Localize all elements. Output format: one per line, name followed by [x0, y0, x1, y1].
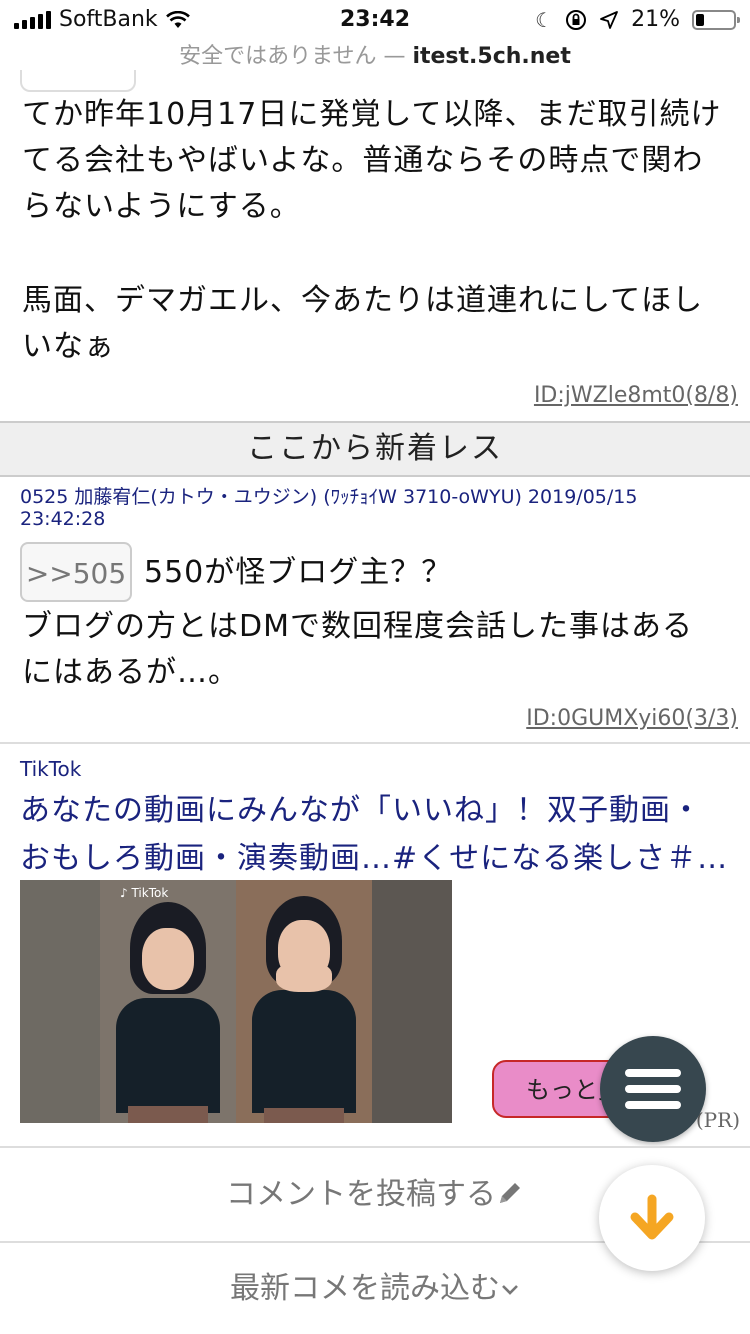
post-body: ブログの方とはDMで数回程度会話した事はある にはあるが…。: [22, 604, 693, 696]
post-line: ブログの方とはDMで数回程度会話した事はある: [22, 609, 693, 644]
previous-post-line: てか昨年10月17日に発覚して以降、まだ取引続け: [22, 97, 722, 132]
tiktok-watermark: ♪ TikTok: [120, 886, 169, 900]
post-header[interactable]: 0525 加藤宥仁(カトウ・ユウジン) (ﾜｯﾁｮｲW 3710-oWYU) 2…: [20, 486, 720, 530]
scroll-down-button[interactable]: [599, 1165, 705, 1271]
location-icon: [600, 10, 618, 29]
domain-label: itest.5ch.net: [412, 44, 571, 69]
ad-source[interactable]: TikTok: [20, 757, 81, 781]
battery-percent: 21%: [631, 7, 680, 32]
pr-label: (PR): [695, 1108, 740, 1132]
ad-image-panel: [100, 880, 236, 1123]
ad-image-panel: [20, 880, 100, 1123]
ad-title-link[interactable]: あなたの動画にみんなが「いいね」！双子動画・ おもしろ動画・演奏動画…#くせにな…: [20, 787, 740, 883]
status-bar: SoftBank 23:42 ☾ 21%: [0, 0, 750, 40]
previous-post-line: らないようにする。: [22, 189, 301, 224]
previous-post-line: いなぁ: [22, 329, 115, 364]
ad-image-panel: [236, 880, 372, 1123]
rotation-lock-icon: [566, 9, 587, 30]
moon-icon: ☾: [535, 7, 554, 32]
post-line: にはあるが…。: [22, 655, 239, 690]
previous-post-body: てか昨年10月17日に発覚して以降、まだ取引続け てる会社もやばいよな。普通なら…: [22, 92, 721, 370]
pencil-icon: [500, 1183, 520, 1203]
new-posts-separator: ここから新着レス: [0, 421, 750, 477]
load-latest-label: 最新コメを読み込む: [230, 1271, 500, 1306]
ad-image-panel: [372, 880, 452, 1123]
arrow-down-icon: [630, 1194, 674, 1240]
ad-image[interactable]: ♪ TikTok: [20, 880, 452, 1123]
post-header-line1: 0525 加藤宥仁(カトウ・ユウジン) (ﾜｯﾁｮｲW 3710-oWYU) 2…: [20, 486, 638, 508]
reply-anchor-button[interactable]: >>505: [20, 542, 132, 602]
url-bar[interactable]: 安全ではありません — itest.5ch.net: [0, 38, 750, 70]
menu-button[interactable]: [600, 1036, 706, 1142]
battery-icon: [692, 9, 740, 30]
ad-title-line: あなたの動画にみんなが「いいね」！双子動画・: [20, 793, 702, 828]
post-id[interactable]: ID:0GUMXyi60(3/3): [526, 706, 738, 731]
status-right: ☾ 21%: [535, 7, 740, 32]
post-comment-label: コメントを投稿する: [226, 1177, 496, 1212]
post-line: 550が怪ブログ主？？: [144, 555, 453, 590]
chevron-down-icon: [502, 1285, 518, 1295]
post-header-line2: 23:42:28: [20, 508, 106, 530]
post-divider: [0, 742, 750, 744]
security-warning: 安全ではありません —: [179, 44, 406, 69]
ad-divider: [0, 1146, 750, 1148]
anchor-button-partial[interactable]: [20, 70, 136, 92]
ad-title-line: おもしろ動画・演奏動画…#くせになる楽しさ＃…: [20, 841, 729, 876]
previous-post-id[interactable]: ID:jWZle8mt0(8/8): [534, 383, 738, 408]
previous-post-line: てる会社もやばいよな。普通ならその時点で関わ: [22, 143, 704, 178]
previous-post-line: 馬面、デマガエル、今あたりは道連れにしてほし: [22, 283, 704, 318]
